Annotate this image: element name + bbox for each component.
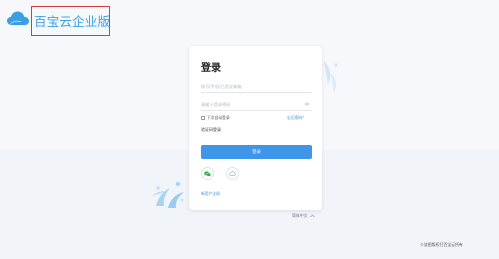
password-input[interactable] (201, 99, 301, 109)
language-label: 简体中文 (292, 213, 308, 218)
sms-login-link[interactable]: 验证码登录 (201, 127, 221, 133)
cloud-outline-icon (229, 171, 236, 176)
forgot-password-link[interactable]: 忘记密码？ (287, 115, 306, 121)
alt-login-button[interactable] (226, 167, 239, 180)
cloud-logo-icon (7, 11, 29, 25)
remember-label: 下次自动登录 (207, 115, 230, 120)
login-card: 登录 下次自动登录 忘记密码？ 验证码登录 登录 新用户注册 (189, 46, 322, 210)
chevron-up-icon (309, 214, 315, 218)
register-link[interactable]: 新用户注册 (201, 191, 220, 197)
wechat-icon (204, 170, 211, 177)
brand-name[interactable]: 百宝云企业版 (34, 11, 110, 30)
password-field[interactable] (201, 99, 312, 111)
login-button[interactable]: 登录 (201, 145, 312, 159)
water-splash-left (152, 181, 184, 208)
remember-checkbox[interactable] (201, 116, 205, 120)
account-input[interactable] (201, 81, 301, 91)
language-selector[interactable]: 简体中文 (292, 213, 315, 219)
eye-icon[interactable] (304, 101, 310, 107)
account-field[interactable] (201, 81, 312, 93)
wechat-login-button[interactable] (201, 167, 214, 180)
copyright-text: ©该图版权归百宝云所有 (420, 242, 463, 247)
login-title: 登录 (201, 63, 221, 74)
